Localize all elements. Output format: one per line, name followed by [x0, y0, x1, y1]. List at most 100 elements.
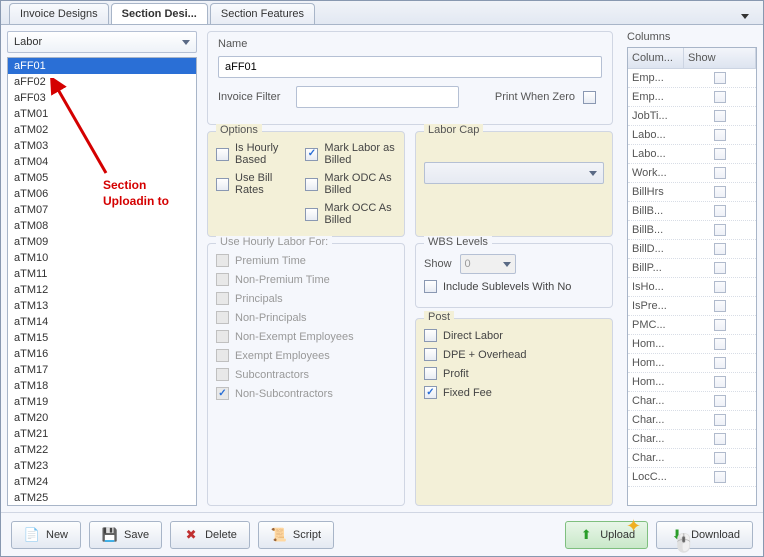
- columns-row-show-checkbox[interactable]: [714, 262, 726, 274]
- list-item[interactable]: aTM25: [8, 490, 196, 506]
- columns-row-show-checkbox[interactable]: [714, 186, 726, 198]
- list-item[interactable]: aFF01: [8, 58, 196, 74]
- columns-row-show-checkbox[interactable]: [714, 433, 726, 445]
- columns-row-show-checkbox[interactable]: [714, 281, 726, 293]
- columns-row[interactable]: Labo...: [628, 145, 756, 164]
- labor-cap-combo[interactable]: [424, 162, 604, 184]
- direct-labor-checkbox[interactable]: [424, 329, 437, 342]
- list-item[interactable]: aTM06: [8, 186, 196, 202]
- list-item[interactable]: aTM16: [8, 346, 196, 362]
- columns-row[interactable]: Char...: [628, 449, 756, 468]
- columns-row[interactable]: Hom...: [628, 335, 756, 354]
- columns-row-show-checkbox[interactable]: [714, 72, 726, 84]
- columns-row-show-checkbox[interactable]: [714, 319, 726, 331]
- columns-row[interactable]: Hom...: [628, 354, 756, 373]
- list-item[interactable]: aTM11: [8, 266, 196, 282]
- mark-occ-billed-checkbox[interactable]: [305, 208, 318, 221]
- columns-row[interactable]: Hom...: [628, 373, 756, 392]
- save-button[interactable]: 💾Save: [89, 521, 162, 549]
- mark-odc-billed-checkbox[interactable]: [305, 178, 318, 191]
- list-item[interactable]: aTM05: [8, 170, 196, 186]
- list-item[interactable]: aTM22: [8, 442, 196, 458]
- is-hourly-based-checkbox[interactable]: [216, 148, 229, 161]
- columns-row[interactable]: Char...: [628, 411, 756, 430]
- script-button[interactable]: 📜Script: [258, 521, 334, 549]
- list-item[interactable]: aTM12: [8, 282, 196, 298]
- list-item[interactable]: aTM01: [8, 106, 196, 122]
- print-when-zero-checkbox[interactable]: [583, 91, 596, 104]
- columns-row[interactable]: BillB...: [628, 202, 756, 221]
- list-item[interactable]: aTM23: [8, 458, 196, 474]
- columns-row-show-checkbox[interactable]: [714, 91, 726, 103]
- list-item[interactable]: aTM21: [8, 426, 196, 442]
- columns-row[interactable]: Char...: [628, 430, 756, 449]
- list-item[interactable]: aTM20: [8, 410, 196, 426]
- new-button[interactable]: 📄New: [11, 521, 81, 549]
- columns-row-show-checkbox[interactable]: [714, 376, 726, 388]
- list-item[interactable]: aFF03: [8, 90, 196, 106]
- list-item[interactable]: aTM18: [8, 378, 196, 394]
- columns-row-show-checkbox[interactable]: [714, 129, 726, 141]
- tab-invoice-designs[interactable]: Invoice Designs: [9, 3, 109, 24]
- list-item[interactable]: aTM14: [8, 314, 196, 330]
- columns-row-show-checkbox[interactable]: [714, 338, 726, 350]
- columns-row[interactable]: IsHo...: [628, 278, 756, 297]
- fixed-fee-checkbox[interactable]: [424, 386, 437, 399]
- use-bill-rates-checkbox[interactable]: [216, 178, 229, 191]
- dpe-overhead-checkbox[interactable]: [424, 348, 437, 361]
- columns-row[interactable]: Emp...: [628, 88, 756, 107]
- invoice-filter-input[interactable]: [296, 86, 459, 108]
- wbs-show-select[interactable]: 0: [460, 254, 516, 274]
- list-item[interactable]: aTM03: [8, 138, 196, 154]
- list-item[interactable]: aTM15: [8, 330, 196, 346]
- columns-row[interactable]: BillHrs: [628, 183, 756, 202]
- columns-row-show-checkbox[interactable]: [714, 395, 726, 407]
- list-item[interactable]: aTM24: [8, 474, 196, 490]
- columns-row[interactable]: BillD...: [628, 240, 756, 259]
- columns-row[interactable]: BillB...: [628, 221, 756, 240]
- columns-row-show-checkbox[interactable]: [714, 243, 726, 255]
- list-item[interactable]: aTM13: [8, 298, 196, 314]
- columns-row-show-checkbox[interactable]: [714, 452, 726, 464]
- list-item[interactable]: aTM02: [8, 122, 196, 138]
- columns-row[interactable]: Labo...: [628, 126, 756, 145]
- columns-row[interactable]: IsPre...: [628, 297, 756, 316]
- columns-row[interactable]: JobTi...: [628, 107, 756, 126]
- section-type-combo[interactable]: Labor: [7, 31, 197, 53]
- columns-row-show-checkbox[interactable]: [714, 110, 726, 122]
- columns-header-show[interactable]: Show: [684, 48, 756, 69]
- columns-row[interactable]: PMC...: [628, 316, 756, 335]
- columns-row-show-checkbox[interactable]: [714, 300, 726, 312]
- tab-section-features[interactable]: Section Features: [210, 3, 315, 24]
- section-list[interactable]: aFF01aFF02aFF03aTM01aTM02aTM03aTM04aTM05…: [7, 57, 197, 506]
- columns-row[interactable]: LocC...: [628, 468, 756, 487]
- download-button[interactable]: ⬇Download: [656, 521, 753, 549]
- columns-row-show-checkbox[interactable]: [714, 357, 726, 369]
- columns-row-show-checkbox[interactable]: [714, 167, 726, 179]
- profit-checkbox[interactable]: [424, 367, 437, 380]
- columns-row[interactable]: Work...: [628, 164, 756, 183]
- columns-row[interactable]: Char...: [628, 392, 756, 411]
- columns-grid[interactable]: Colum... Show Emp...Emp...JobTi...Labo..…: [627, 47, 757, 506]
- columns-row-show-checkbox[interactable]: [714, 224, 726, 236]
- delete-button[interactable]: ✖Delete: [170, 521, 250, 549]
- list-item[interactable]: aFF02: [8, 74, 196, 90]
- list-item[interactable]: aTM17: [8, 362, 196, 378]
- columns-row-show-checkbox[interactable]: [714, 471, 726, 483]
- list-item[interactable]: aTM07: [8, 202, 196, 218]
- tabbar-menu-icon[interactable]: [743, 10, 757, 24]
- name-input[interactable]: [218, 56, 602, 78]
- list-item[interactable]: aTM08: [8, 218, 196, 234]
- columns-row-show-checkbox[interactable]: [714, 414, 726, 426]
- include-sublevels-checkbox[interactable]: [424, 280, 437, 293]
- list-item[interactable]: aTM04: [8, 154, 196, 170]
- upload-button[interactable]: ⬆ Upload ✦: [565, 521, 648, 549]
- columns-row-show-checkbox[interactable]: [714, 205, 726, 217]
- columns-row-show-checkbox[interactable]: [714, 148, 726, 160]
- list-item[interactable]: aTM10: [8, 250, 196, 266]
- list-item[interactable]: aTM19: [8, 394, 196, 410]
- tab-section-design[interactable]: Section Desi...: [111, 3, 208, 24]
- columns-header-name[interactable]: Colum...: [628, 48, 684, 69]
- mark-labor-billed-checkbox[interactable]: [305, 148, 318, 161]
- columns-row[interactable]: BillP...: [628, 259, 756, 278]
